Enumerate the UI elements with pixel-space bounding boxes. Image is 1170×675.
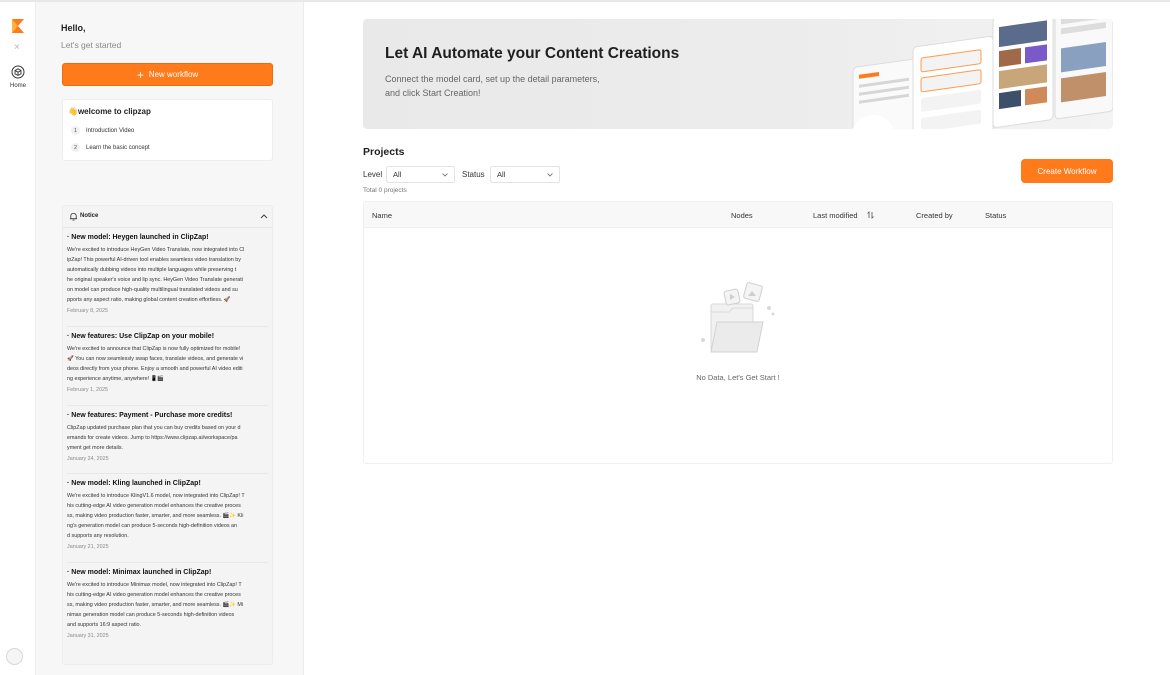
divider <box>67 562 268 563</box>
notice-item-title: · New model: Heygen launched in ClipZap! <box>67 234 209 241</box>
notice-item[interactable]: · New features: Use ClipZap on your mobi… <box>67 333 271 393</box>
notice-item-title: · New features: Use ClipZap on your mobi… <box>67 333 215 340</box>
nav-home-label: Home <box>9 83 26 89</box>
column-header-created-by[interactable]: Created by <box>916 211 953 220</box>
projects-table: Name Nodes Last modified Created by Stat… <box>363 201 1113 464</box>
notice-item-body: We're excited to introduce Minimax model… <box>67 582 244 628</box>
notice-item-date: January 24, 2025 <box>67 456 109 462</box>
total-projects: Total 0 projects <box>363 187 407 194</box>
bell-icon <box>69 212 78 221</box>
welcome-item-basic-concept[interactable]: 2 Learn the basic concept <box>71 143 150 152</box>
level-filter-label: Level <box>363 170 383 179</box>
notice-item-title: · New features: Payment - Purchase more … <box>67 412 233 419</box>
notice-item[interactable]: · New features: Payment - Purchase more … <box>67 412 271 462</box>
projects-title: Projects <box>363 146 405 158</box>
welcome-item-intro-video[interactable]: 1 Introduction Video <box>71 126 134 135</box>
column-header-last-modified[interactable]: Last modified <box>813 211 858 220</box>
notice-item-date: January 31, 2025 <box>67 633 109 639</box>
level-select-value: All <box>393 170 402 179</box>
avatar-icon[interactable] <box>6 648 23 665</box>
notice-item-title: · New model: Minimax launched in ClipZap… <box>67 569 212 576</box>
new-workflow-label: New workflow <box>148 70 199 79</box>
status-select-value: All <box>497 170 506 179</box>
notice-item-body: We're excited to announce that ClipZap i… <box>67 346 244 382</box>
divider <box>67 326 268 327</box>
column-header-status[interactable]: Status <box>985 211 1006 220</box>
chevron-down-icon <box>547 173 553 177</box>
banner-subtitle: Connect the model card, set up the detai… <box>385 74 600 98</box>
level-select[interactable]: All <box>386 166 455 183</box>
plus-icon: + <box>136 67 144 82</box>
status-select[interactable]: All <box>490 166 560 183</box>
column-header-name[interactable]: Name <box>372 211 392 220</box>
notice-item-title: · New model: Kling launched in ClipZap! <box>67 480 201 487</box>
notice-title: Notice <box>80 213 99 219</box>
welcome-item-number: 2 <box>71 143 80 152</box>
notice-item[interactable]: · New model: Minimax launched in ClipZap… <box>67 569 271 639</box>
empty-folder-icon <box>701 282 775 353</box>
logo-icon[interactable] <box>11 18 25 34</box>
notice-item-body: ClipZap updated purchase plan that you c… <box>67 425 241 451</box>
welcome-item-number: 1 <box>71 126 80 135</box>
greeting-subtitle: Let's get started <box>61 40 122 50</box>
column-header-nodes[interactable]: Nodes <box>731 211 753 220</box>
notice-item-date: February 1, 2025 <box>67 387 109 393</box>
divider <box>67 405 268 406</box>
notice-item-date: February 8, 2025 <box>67 308 109 314</box>
greeting: Hello, <box>61 23 86 33</box>
empty-state-text: No Data, Let's Get Start ! <box>696 373 780 382</box>
close-icon[interactable]: × <box>14 43 20 53</box>
home-icon <box>11 65 25 79</box>
create-workflow-button[interactable]: Create Workflow <box>1021 159 1113 183</box>
notice-item[interactable]: · New model: Kling launched in ClipZap! … <box>67 480 271 550</box>
chevron-down-icon <box>442 173 448 177</box>
notice-panel: Notice · New model: Heygen launched in C… <box>62 205 273 665</box>
notice-item-date: January 21, 2025 <box>67 544 109 550</box>
chevron-up-icon[interactable] <box>260 213 268 219</box>
status-filter-label: Status <box>462 170 485 179</box>
banner-illustration <box>852 19 1113 129</box>
table-header: Name Nodes Last modified Created by Stat… <box>364 202 1112 228</box>
welcome-item-label: Learn the basic concept <box>86 144 150 151</box>
hero-banner: Let AI Automate your Content Creations C… <box>363 19 1113 129</box>
welcome-item-label: Introduction Video <box>86 127 135 134</box>
sort-icon[interactable] <box>867 211 874 219</box>
notice-header: Notice <box>63 206 272 228</box>
banner-title: Let AI Automate your Content Creations <box>385 45 680 62</box>
welcome-card: 👋welcome to clipzap 1 Introduction Video… <box>62 99 273 161</box>
divider <box>67 473 268 474</box>
nav-home[interactable]: Home <box>3 65 33 89</box>
sidebar-panel: Hello, Let's get started + New workflow … <box>36 2 304 675</box>
notice-item[interactable]: · New model: Heygen launched in ClipZap!… <box>67 234 271 314</box>
notice-item-body: We're excited to introduce KlingV1.6 mod… <box>67 493 245 539</box>
welcome-title: 👋welcome to clipzap <box>68 107 151 116</box>
icon-rail: × Home <box>0 2 36 675</box>
new-workflow-button[interactable]: + New workflow <box>62 63 273 86</box>
notice-item-body: We're excited to introduce HeyGen Video … <box>67 247 245 303</box>
